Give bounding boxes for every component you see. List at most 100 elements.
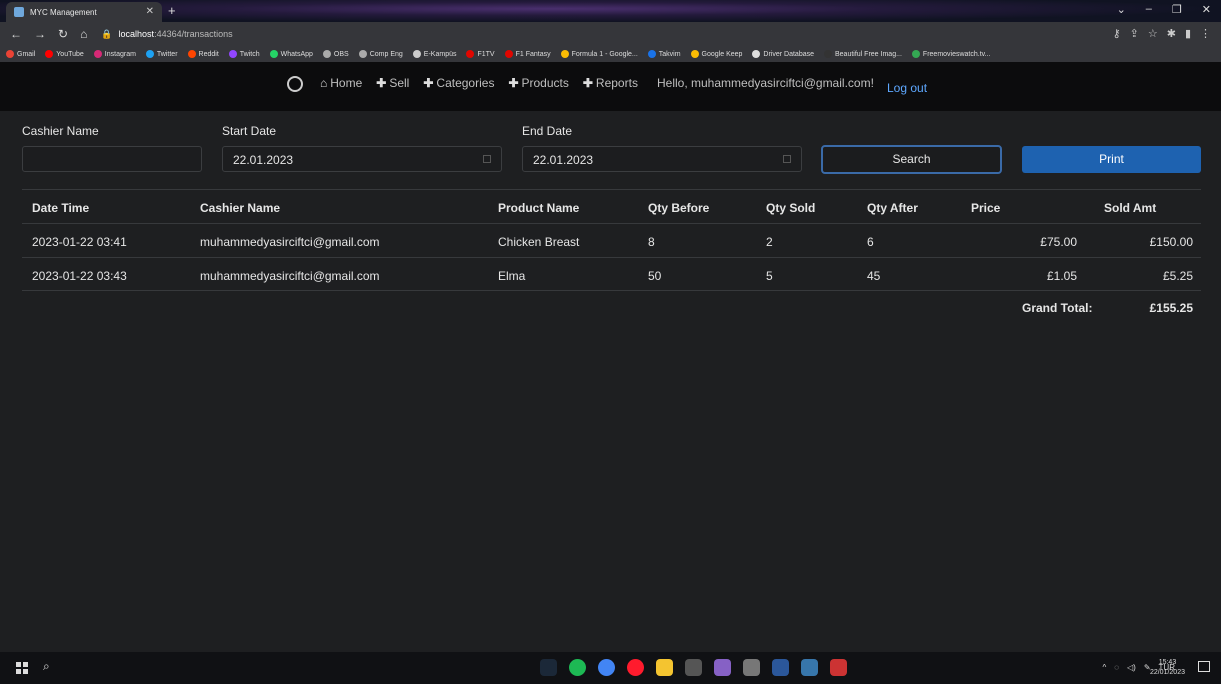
gmail-icon xyxy=(6,50,14,58)
plus-icon: ✚ xyxy=(582,76,593,90)
bookmark-item[interactable]: Instagram xyxy=(93,50,136,58)
sidebar-icon[interactable]: ▮ xyxy=(1185,27,1191,40)
menu-icon[interactable]: ⋮ xyxy=(1200,27,1211,40)
cell-cashier: muhammedyasirciftci@gmail.com xyxy=(200,269,380,283)
clock-time: 15:43 xyxy=(1158,659,1177,666)
bookmark-item[interactable]: Twitch xyxy=(228,50,260,58)
key-icon[interactable]: ⚷ xyxy=(1113,27,1121,40)
transactions-table: Date Time Cashier Name Product Name Qty … xyxy=(22,189,1201,291)
bookmark-item[interactable]: WhatsApp xyxy=(269,50,313,58)
volume-icon[interactable]: ◁) xyxy=(1127,663,1136,672)
network-icon[interactable]: ◌ xyxy=(1114,663,1119,672)
image-site-icon xyxy=(824,50,832,58)
cell-qty-before: 50 xyxy=(648,269,662,283)
search-icon[interactable]: ⌕ xyxy=(43,659,50,674)
bookmark-item[interactable]: Twitter xyxy=(145,50,178,58)
header-datetime: Date Time xyxy=(32,201,90,215)
bookmark-item[interactable]: YouTube xyxy=(45,50,84,58)
notification-icon[interactable] xyxy=(1198,661,1210,672)
url-field[interactable]: 🔒 localhost:44364/transactions xyxy=(101,29,232,40)
terminal-icon[interactable] xyxy=(685,659,702,676)
bookmark-item[interactable]: Formula 1 - Google... xyxy=(560,50,638,58)
nav-reports[interactable]: ✚ Reports xyxy=(583,76,638,90)
f1-fantasy-icon xyxy=(504,50,513,58)
bookmark-item[interactable]: E-Kampüs xyxy=(412,50,456,58)
cell-qty-sold: 2 xyxy=(766,235,773,249)
tab-search-icon[interactable]: ⌄ xyxy=(1117,3,1126,16)
extensions-area: ⚷ ⇪ ☆ ✱ ▮ ⋮ xyxy=(1113,27,1211,40)
home-icon[interactable]: ⌂ xyxy=(80,27,87,41)
bookmark-item[interactable]: Gmail xyxy=(6,50,35,58)
table-row: 2023-01-22 03:41 muhammedyasirciftci@gma… xyxy=(22,223,1201,257)
back-icon[interactable]: ← xyxy=(10,27,22,41)
steam-icon[interactable] xyxy=(540,659,557,676)
bookmark-item[interactable]: Takvim xyxy=(647,50,681,58)
word-icon[interactable] xyxy=(772,659,789,676)
twitch-icon xyxy=(228,50,237,58)
cell-sold-amt: £5.25 xyxy=(1162,269,1193,283)
bookmark-item[interactable]: OBS xyxy=(322,50,349,58)
nav-categories[interactable]: ✚ Categories xyxy=(423,76,494,90)
clock[interactable]: 15:43 22/01/2023 xyxy=(1150,658,1185,678)
nav-home[interactable]: ⌂ Home xyxy=(320,76,362,90)
close-tab-icon[interactable]: ✕ xyxy=(146,6,154,17)
clock-date: 22/01/2023 xyxy=(1149,669,1185,676)
puzzle-icon[interactable]: ✱ xyxy=(1167,27,1176,40)
cell-qty-after: 6 xyxy=(867,235,874,249)
end-date-input[interactable]: 22.01.2023 xyxy=(522,146,802,172)
restore-icon[interactable]: ❐ xyxy=(1172,3,1182,16)
end-date-label: End Date xyxy=(522,124,573,138)
nav-sell[interactable]: ✚ Sell xyxy=(376,76,409,90)
visual-studio-icon[interactable] xyxy=(714,659,731,676)
home-icon: ⌂ xyxy=(320,76,328,90)
calendar-icon[interactable] xyxy=(783,155,791,163)
url-path: :44364/transactions xyxy=(154,29,233,39)
bookmark-item[interactable]: Beautiful Free Imag... xyxy=(824,50,902,58)
star-icon[interactable]: ☆ xyxy=(1148,27,1158,40)
spotify-icon[interactable] xyxy=(569,659,586,676)
app-icon[interactable] xyxy=(830,659,847,676)
python-icon[interactable] xyxy=(801,659,818,676)
print-button[interactable]: Print xyxy=(1022,146,1201,173)
calendar-icon[interactable] xyxy=(483,155,491,163)
windows-start-icon[interactable] xyxy=(16,662,28,674)
plus-icon: ✚ xyxy=(376,76,387,90)
header-cashier: Cashier Name xyxy=(200,201,281,215)
bookmark-item[interactable]: Freemovieswatch.tv... xyxy=(911,50,990,58)
header-product: Product Name xyxy=(498,201,580,215)
browser-tab[interactable]: MYC Management ✕ xyxy=(6,2,162,22)
forward-icon[interactable]: → xyxy=(34,27,46,41)
chevron-up-icon[interactable]: ^ xyxy=(1102,663,1106,672)
url-host: localhost xyxy=(118,29,155,39)
bookmark-item[interactable]: Reddit xyxy=(187,50,219,58)
calendar-icon xyxy=(647,50,656,58)
bookmark-item[interactable]: Driver Database xyxy=(752,50,814,58)
user-greeting[interactable]: Hello, muhammedyasirciftci@gmail.com! xyxy=(657,76,874,90)
cashier-name-input[interactable] xyxy=(22,146,202,172)
f1tv-icon xyxy=(466,50,475,58)
cell-qty-sold: 5 xyxy=(766,269,773,283)
start-date-input[interactable]: 22.01.2023 xyxy=(222,146,502,172)
chrome-icon[interactable] xyxy=(598,659,615,676)
share-icon[interactable]: ⇪ xyxy=(1130,27,1139,40)
logout-button[interactable]: Log out xyxy=(887,81,927,95)
bookmark-item[interactable]: Comp Eng xyxy=(358,50,403,58)
search-button[interactable]: Search xyxy=(821,145,1002,174)
grand-total-label: Grand Total: xyxy=(1022,301,1093,315)
bookmark-item[interactable]: F1TV xyxy=(466,50,495,58)
close-window-icon[interactable]: ✕ xyxy=(1202,3,1211,16)
new-tab-icon[interactable]: + xyxy=(168,3,176,18)
globe-icon xyxy=(358,50,367,58)
bookmark-item[interactable]: Google Keep xyxy=(690,50,742,58)
opera-icon[interactable] xyxy=(627,659,644,676)
minimize-icon[interactable]: – xyxy=(1146,3,1152,16)
brand-logo-icon[interactable] xyxy=(287,76,303,92)
plus-icon: ✚ xyxy=(508,76,519,90)
reload-icon[interactable]: ↻ xyxy=(58,27,68,41)
nav-products[interactable]: ✚ Products xyxy=(508,76,568,90)
app-icon[interactable] xyxy=(743,659,760,676)
bookmark-item[interactable]: F1 Fantasy xyxy=(504,50,551,58)
window-controls: ⌄ – ❐ ✕ xyxy=(1117,3,1211,16)
cell-qty-after: 45 xyxy=(867,269,881,283)
file-explorer-icon[interactable] xyxy=(656,659,673,676)
